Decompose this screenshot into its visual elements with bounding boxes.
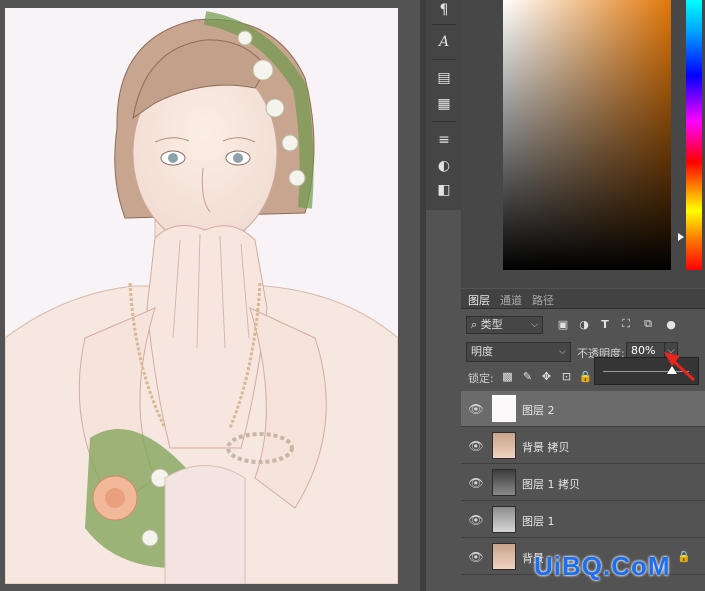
lock-label: 锁定: bbox=[468, 372, 494, 385]
search-icon: ⌕ bbox=[471, 318, 478, 331]
visibility-eye-icon[interactable]: 👁 bbox=[468, 513, 483, 527]
lock-position-icon[interactable]: ✥ bbox=[540, 370, 553, 383]
layer-name[interactable]: 背景 拷贝 bbox=[522, 439, 570, 455]
layer-filter-select[interactable]: ⌕ 类型 ⌵ bbox=[466, 316, 543, 334]
visibility-eye-icon[interactable]: 👁 bbox=[468, 550, 483, 564]
pixel-filter-icon[interactable]: ▣ bbox=[556, 317, 570, 331]
opacity-slider-popup bbox=[594, 357, 699, 385]
lock-paint-icon[interactable]: ✎ bbox=[521, 370, 534, 383]
tab-channels[interactable]: 通道 bbox=[500, 292, 522, 308]
layer-thumbnail bbox=[492, 395, 516, 422]
canvas-area[interactable] bbox=[0, 0, 425, 591]
color-picker-field[interactable] bbox=[503, 0, 671, 270]
smart-object-filter-icon[interactable]: ⧉ bbox=[641, 317, 655, 331]
tab-paths[interactable]: 路径 bbox=[532, 292, 554, 308]
document-image[interactable] bbox=[5, 8, 398, 584]
properties-icon[interactable]: ▤ bbox=[434, 68, 454, 88]
visibility-eye-icon[interactable]: 👁 bbox=[468, 402, 483, 416]
layer-name[interactable]: 图层 1 bbox=[522, 513, 555, 529]
layer-name[interactable]: 图层 1 拷贝 bbox=[522, 476, 580, 492]
layer-row[interactable]: 👁 背景 拷贝 bbox=[461, 428, 705, 464]
lock-artboard-icon[interactable]: ⊡ bbox=[560, 370, 573, 383]
filter-toggle-icon[interactable]: ● bbox=[664, 317, 678, 331]
chevron-down-icon: ⌵ bbox=[531, 320, 538, 330]
notes-icon[interactable]: ▦ bbox=[434, 94, 454, 114]
hue-slider[interactable] bbox=[686, 0, 702, 270]
blend-mode-value: 明度 bbox=[471, 345, 493, 358]
strip-divider bbox=[432, 121, 456, 122]
character-icon[interactable]: A bbox=[434, 32, 454, 52]
lock-transparency-icon[interactable]: ▩ bbox=[501, 370, 514, 383]
layer-thumbnail bbox=[492, 543, 516, 570]
lock-icon: 🔒 bbox=[677, 550, 691, 563]
visibility-eye-icon[interactable]: 👁 bbox=[468, 439, 483, 453]
adjustment-filter-icon[interactable]: ◑ bbox=[577, 317, 591, 331]
shape-filter-icon[interactable]: ⛶ bbox=[619, 317, 633, 331]
paragraph-icon[interactable]: ¶ bbox=[434, 0, 454, 20]
adjustments-icon[interactable]: ≡ bbox=[434, 130, 454, 150]
strip-divider bbox=[432, 24, 456, 25]
strip-divider bbox=[432, 59, 456, 60]
layer-thumbnail bbox=[492, 506, 516, 533]
hue-slider-marker[interactable] bbox=[678, 233, 684, 241]
portrait-sketch-image bbox=[5, 8, 398, 584]
panel-icon-strip: ¶ A ▤ ▦ ≡ ◐ ◧ bbox=[426, 0, 462, 210]
layer-thumbnail bbox=[492, 469, 516, 496]
layer-row[interactable]: 👁 图层 1 拷贝 bbox=[461, 465, 705, 501]
type-filter-icon[interactable]: T bbox=[598, 317, 612, 331]
layer-filter-row: ⌕ 类型 ⌵ ▣ ◑ T ⛶ ⧉ ● bbox=[461, 315, 705, 335]
swatch-icon[interactable]: ◧ bbox=[434, 180, 454, 200]
layer-thumbnail bbox=[492, 432, 516, 459]
layer-filter-label: 类型 bbox=[480, 318, 503, 331]
mask-icon[interactable]: ◐ bbox=[434, 156, 454, 176]
tab-layers[interactable]: 图层 bbox=[468, 292, 490, 308]
layer-row[interactable]: 👁 图层 2 bbox=[461, 391, 705, 427]
layers-panel-tabs: 图层 通道 路径 bbox=[461, 289, 705, 309]
chevron-down-icon: ⌵ bbox=[559, 347, 566, 357]
visibility-eye-icon[interactable]: 👁 bbox=[468, 476, 483, 490]
watermark: UiBQ.CoM bbox=[534, 551, 671, 581]
layer-name[interactable]: 图层 2 bbox=[522, 402, 555, 418]
blend-mode-select[interactable]: 明度 ⌵ bbox=[466, 342, 571, 362]
opacity-slider-thumb[interactable] bbox=[666, 366, 677, 374]
layer-row[interactable]: 👁 图层 1 bbox=[461, 502, 705, 538]
lock-all-icon[interactable]: 🔒 bbox=[579, 370, 593, 383]
